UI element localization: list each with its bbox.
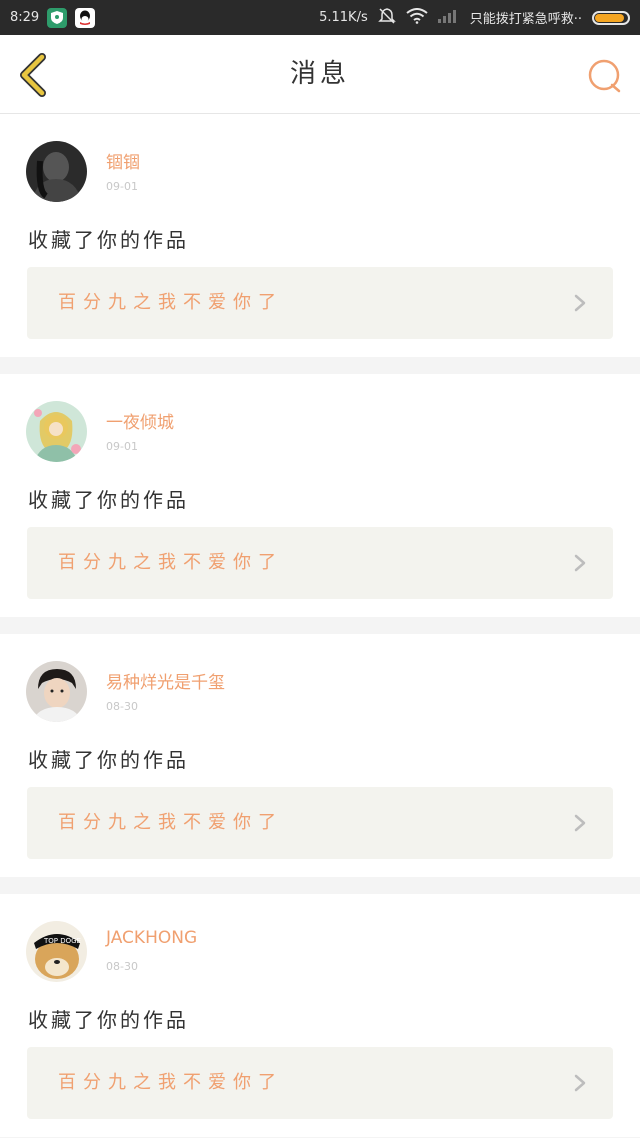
action-text: 收藏了你的作品 — [28, 748, 189, 772]
header: 消息 — [0, 35, 640, 114]
message-card: 锢锢 09-01 收藏了你的作品 百分九之我不爱你了 — [0, 114, 640, 357]
qq-app-icon — [75, 7, 96, 28]
shield-app-icon — [47, 7, 68, 28]
status-bar: 8:29 5.11K/s 只能拨打紧急呼救·· — [0, 0, 640, 35]
work-link[interactable]: 百分九之我不爱你了 — [27, 527, 613, 599]
action-text: 收藏了你的作品 — [28, 488, 189, 512]
message-card: TOP DOGE JACKHONG 08-30 收藏了你的作品 百分九之我不爱你… — [0, 894, 640, 1137]
signal-icon — [437, 9, 460, 27]
work-link[interactable]: 百分九之我不爱你了 — [27, 787, 613, 859]
chevron-right-icon — [574, 294, 586, 312]
work-link[interactable]: 百分九之我不爱你了 — [27, 1047, 613, 1119]
work-title: 百分九之我不爱你了 — [58, 552, 283, 573]
work-title: 百分九之我不爱你了 — [58, 292, 283, 313]
status-time: 8:29 — [10, 10, 40, 25]
work-title: 百分九之我不爱你了 — [58, 1072, 283, 1093]
action-text: 收藏了你的作品 — [28, 228, 189, 252]
username[interactable]: 易种烊光是千玺 — [106, 668, 225, 693]
svg-text:TOP DOGE: TOP DOGE — [43, 937, 81, 945]
work-title: 百分九之我不爱你了 — [58, 812, 283, 833]
username[interactable]: JACKHONG — [106, 928, 197, 948]
message-list: 锢锢 09-01 收藏了你的作品 百分九之我不爱你了 一夜倾城 09-01 收藏… — [0, 114, 640, 1137]
avatar[interactable] — [26, 141, 87, 202]
username[interactable]: 一夜倾城 — [106, 408, 174, 433]
chevron-right-icon — [574, 814, 586, 832]
message-card: 一夜倾城 09-01 收藏了你的作品 百分九之我不爱你了 — [0, 374, 640, 617]
battery-icon — [592, 10, 630, 25]
message-date: 08-30 — [106, 700, 138, 713]
avatar[interactable] — [26, 401, 87, 462]
action-text: 收藏了你的作品 — [28, 1008, 189, 1032]
message-date: 09-01 — [106, 440, 138, 453]
message-card: 易种烊光是千玺 08-30 收藏了你的作品 百分九之我不爱你了 — [0, 634, 640, 877]
work-link[interactable]: 百分九之我不爱你了 — [27, 267, 613, 339]
avatar[interactable] — [26, 661, 87, 722]
chevron-right-icon — [574, 554, 586, 572]
search-icon[interactable] — [588, 59, 622, 93]
mute-icon — [377, 7, 396, 29]
avatar[interactable]: TOP DOGE — [26, 921, 87, 982]
message-date: 08-30 — [106, 960, 138, 973]
page-title: 消息 — [289, 59, 350, 89]
chevron-right-icon — [574, 1074, 586, 1092]
carrier-text: 只能拨打紧急呼救·· — [469, 12, 582, 27]
wifi-icon — [406, 7, 428, 28]
username[interactable]: 锢锢 — [106, 148, 140, 173]
message-date: 09-01 — [106, 180, 138, 193]
network-speed: 5.11K/s — [319, 10, 368, 25]
